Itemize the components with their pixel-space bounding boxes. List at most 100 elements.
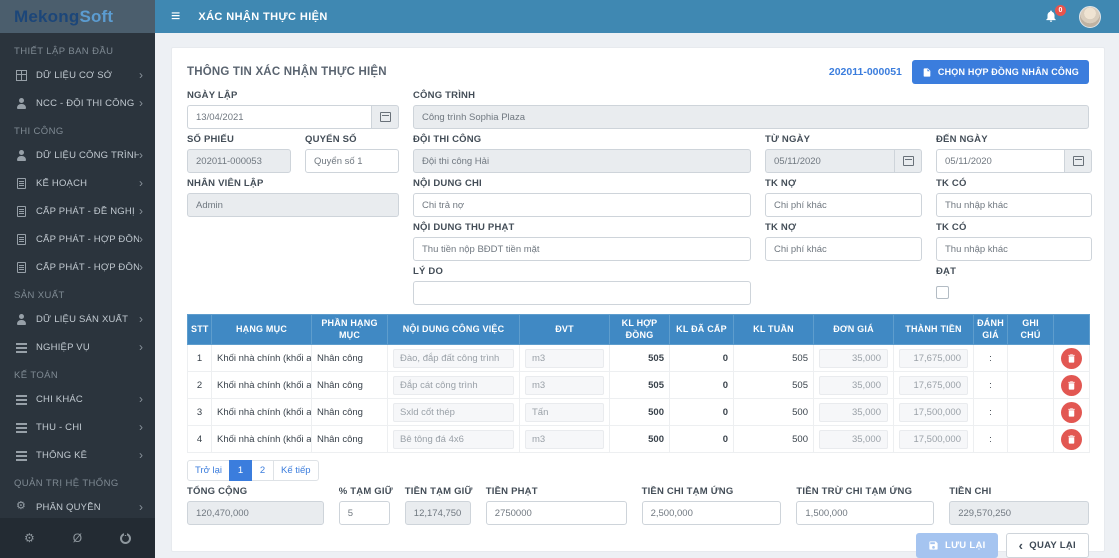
noi-dung-cong-viec-input[interactable]: Bê tông đá 4x6 xyxy=(393,429,514,449)
thanh-tien-input[interactable]: 17,675,000 xyxy=(899,375,968,395)
sidebar-item[interactable]: PHÂN QUYỀN › xyxy=(0,493,155,518)
table-row: 2 Khối nhà chính (khối a) Nhân công Đắp cát… xyxy=(187,371,1090,399)
save-button[interactable]: LƯU LẠI xyxy=(916,533,998,558)
file-icon xyxy=(17,177,26,189)
noi-dung-thu-phat-input[interactable] xyxy=(413,237,751,261)
table-row: 3 Khối nhà chính (khối a) Nhân công Sxld cố… xyxy=(187,398,1090,426)
choose-contract-label: CHỌN HỢP ĐỒNG NHÂN CÔNG xyxy=(937,67,1079,77)
cell-kl-tuan[interactable]: 505 xyxy=(733,344,814,372)
hamburger-menu-icon[interactable]: ≡ xyxy=(171,8,180,25)
sidebar-item[interactable]: NGHIỆP VỤ › xyxy=(0,333,155,361)
dat-checkbox[interactable] xyxy=(936,286,949,299)
tk-co-input[interactable] xyxy=(936,193,1092,217)
tk-no-input[interactable] xyxy=(765,193,922,217)
calendar-icon[interactable] xyxy=(371,105,399,129)
ngay-lap-input[interactable] xyxy=(187,105,371,129)
sidebar-item-label: PHÂN QUYỀN xyxy=(36,501,101,513)
quyen-so-input[interactable] xyxy=(305,149,399,173)
sidebar-item[interactable]: NCC - ĐỘI THI CÔNG › xyxy=(0,89,155,117)
totals-row: TỔNG CỘNG % TẠM GIỮ TIỀN TẠM GIỮ TIỀN PHẠT T… xyxy=(187,486,1089,525)
total-input[interactable] xyxy=(485,501,627,525)
app-logo: Mekong Soft xyxy=(0,0,155,33)
delete-row-button[interactable] xyxy=(1061,401,1082,423)
chevron-right-icon: › xyxy=(139,176,143,190)
don-gia-input[interactable]: 35,000 xyxy=(819,429,888,449)
noi-dung-cong-viec-input[interactable]: Đắp cát công trình xyxy=(393,375,514,395)
cong-trinh-label: CÔNG TRÌNH xyxy=(413,90,476,101)
dat-label: ĐẠT xyxy=(936,266,957,277)
sidebar-item[interactable]: CẤP PHÁT - HỢP ĐỒNG VT› xyxy=(0,253,155,281)
tk-no-input[interactable] xyxy=(765,237,922,261)
hide-slash-icon[interactable]: Ø xyxy=(73,532,82,544)
cell-kl-hop-dong: 505 xyxy=(609,371,670,399)
dvt-input[interactable]: Tấn xyxy=(525,402,604,422)
sidebar-item[interactable]: DỮ LIỆU CÔNG TRÌNH › xyxy=(0,141,155,169)
dvt-input[interactable]: m3 xyxy=(525,429,604,449)
total-input[interactable] xyxy=(338,501,390,525)
notifications-bell-icon[interactable]: 0 xyxy=(1044,4,1066,25)
total-input[interactable] xyxy=(641,501,782,525)
cell-ghi-chu xyxy=(1007,371,1054,399)
page-button[interactable]: 2 xyxy=(251,460,274,481)
cell-kl-da-cap: 0 xyxy=(669,398,734,426)
tk-co-label: TK CÓ xyxy=(936,178,967,189)
cell-kl-hop-dong: 500 xyxy=(609,398,670,426)
back-button[interactable]: ‹ QUAY LẠI xyxy=(1005,533,1089,558)
thanh-tien-input[interactable]: 17,500,000 xyxy=(899,402,968,422)
power-icon[interactable] xyxy=(119,530,131,544)
noi-dung-cong-viec-input[interactable]: Đào, đắp đất công trình xyxy=(393,348,514,368)
cell-kl-da-cap: 0 xyxy=(669,425,734,453)
sidebar-item[interactable]: DỮ LIỆU SẢN XUẤT › xyxy=(0,305,155,333)
file-icon xyxy=(17,205,26,217)
choose-contract-button[interactable]: CHỌN HỢP ĐỒNG NHÂN CÔNG xyxy=(911,60,1089,84)
sidebar-item-label: DỮ LIỆU CÔNG TRÌNH xyxy=(36,149,139,161)
noi-dung-cong-viec-input[interactable]: Sxld cốt thép xyxy=(393,402,514,422)
sidebar-item[interactable]: THU - CHI › xyxy=(0,413,155,441)
pagination-next-button[interactable]: Kế tiếp xyxy=(273,460,319,481)
cell-kl-tuan[interactable]: 505 xyxy=(733,371,814,399)
confirmation-form: NGÀY LẬP CÔNG TRÌNH xyxy=(187,85,1092,305)
sidebar-item[interactable]: KẾ HOẠCH › xyxy=(0,169,155,197)
ly-do-input[interactable] xyxy=(413,281,751,305)
logo-text-secondary: Soft xyxy=(79,6,114,26)
settings-gear-icon[interactable]: ⚙ xyxy=(24,532,35,544)
pagination-prev-button[interactable]: Trở lại xyxy=(187,460,230,481)
delete-row-button[interactable] xyxy=(1061,428,1082,450)
thanh-tien-input[interactable]: 17,675,000 xyxy=(899,348,968,368)
cell-ghi-chu xyxy=(1007,398,1054,426)
tk-co-input[interactable] xyxy=(936,237,1092,261)
page-button[interactable]: 1 xyxy=(229,460,252,481)
cell-danh-gia: : xyxy=(973,398,1008,426)
sidebar-item[interactable]: DỮ LIỆU CƠ SỞ › xyxy=(0,61,155,89)
dvt-input[interactable]: m3 xyxy=(525,375,604,395)
delete-row-button[interactable] xyxy=(1061,374,1082,396)
sidebar-item[interactable]: CHI KHÁC › xyxy=(0,385,155,413)
sidebar-item[interactable]: CẤP PHÁT - HỢP ĐỒNG NC› xyxy=(0,225,155,253)
sidebar-item[interactable]: CẤP PHÁT - ĐỀ NGHỊ › xyxy=(0,197,155,225)
don-gia-input[interactable]: 35,000 xyxy=(819,348,888,368)
trash-icon xyxy=(1068,434,1075,444)
thanh-tien-input[interactable]: 17,500,000 xyxy=(899,429,968,449)
ly-do-label: LÝ DO xyxy=(413,266,444,277)
dvt-input[interactable]: m3 xyxy=(525,348,604,368)
sidebar-item[interactable]: THỐNG KÊ › xyxy=(0,441,155,469)
pagination: Trở lại 12 Kế tiếp xyxy=(187,460,1089,481)
don-gia-input[interactable]: 35,000 xyxy=(819,402,888,422)
user-icon xyxy=(16,313,27,325)
chevron-right-icon: › xyxy=(139,448,143,462)
cell-kl-tuan[interactable]: 500 xyxy=(733,425,814,453)
column-header: ĐÁNH GIÁ xyxy=(973,314,1008,345)
total-input xyxy=(949,501,1089,525)
column-header: STT xyxy=(187,314,212,345)
calendar-icon[interactable] xyxy=(1064,149,1092,173)
user-avatar[interactable] xyxy=(1079,5,1101,28)
noi-dung-chi-input[interactable] xyxy=(413,193,751,217)
total-field: TIỀN TRỪ CHI TẠM ỨNG xyxy=(796,486,935,525)
so-phieu-label: SỐ PHIẾU xyxy=(187,134,234,145)
sidebar: Mekong Soft THIẾT LẬP BAN ĐẦU DỮ LIỆU CƠ S… xyxy=(0,0,155,558)
don-gia-input[interactable]: 35,000 xyxy=(819,375,888,395)
den-ngay-input[interactable] xyxy=(936,149,1064,173)
total-input[interactable] xyxy=(796,501,935,525)
delete-row-button[interactable] xyxy=(1061,347,1082,369)
cell-kl-tuan[interactable]: 500 xyxy=(733,398,814,426)
